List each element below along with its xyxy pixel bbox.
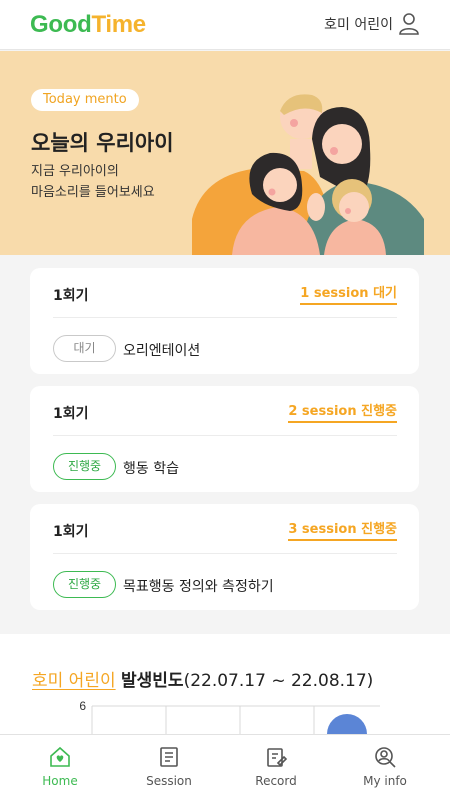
logo-time: Time <box>91 11 146 38</box>
session-card-3[interactable]: 1회기 3 session 진행중 진행중 목표행동 정의와 측정하기 <box>30 504 419 610</box>
notes-edit-icon <box>267 748 288 767</box>
status-badge: 진행중 <box>53 571 116 598</box>
session-task-title: 오리엔테이션 <box>123 343 201 359</box>
session-status-link[interactable]: 2 session 진행중 <box>288 400 397 423</box>
session-round-label: 1회기 <box>53 524 89 540</box>
nav-session-label: Session <box>146 774 192 788</box>
book-icon <box>160 747 178 767</box>
session-round-label: 1회기 <box>53 406 89 422</box>
nav-session[interactable]: Session <box>124 745 214 788</box>
nav-my-info-label: My info <box>363 774 407 788</box>
today-mento-badge: Today mento <box>31 89 139 111</box>
frequency-stats-section: 호미 어린이 발생빈도(22.07.17 ~ 22.08.17) 6 <box>0 634 450 734</box>
session-round-label: 1회기 <box>53 288 89 304</box>
frequency-chart: 6 <box>79 699 380 734</box>
profile-search-icon <box>375 747 396 768</box>
stats-date-range: (22.07.17 ~ 22.08.17) <box>183 671 374 691</box>
status-badge: 진행중 <box>53 453 116 480</box>
nav-my-info[interactable]: My info <box>340 745 430 788</box>
card-divider <box>53 553 397 554</box>
card-divider <box>53 435 397 436</box>
session-card-2[interactable]: 1회기 2 session 진행중 진행중 행동 학습 <box>30 386 419 492</box>
status-badge: 대기 <box>53 335 116 362</box>
chart-data-point <box>327 714 367 734</box>
nav-record-label: Record <box>255 774 297 788</box>
app-logo[interactable]: GoodTime <box>30 11 146 39</box>
session-card-1[interactable]: 1회기 1 session 대기 대기 오리엔테이션 <box>30 268 419 374</box>
user-profile-button[interactable]: 호미 어린이 <box>324 12 420 36</box>
stats-label: 발생빈도 <box>121 671 184 691</box>
session-status-link[interactable]: 3 session 진행중 <box>288 518 397 541</box>
stats-title: 호미 어린이 발생빈도(22.07.17 ~ 22.08.17) <box>32 666 373 691</box>
card-divider <box>53 317 397 318</box>
stats-child-name[interactable]: 호미 어린이 <box>32 671 116 691</box>
family-illustration <box>192 94 424 255</box>
nav-home-label: Home <box>42 774 78 788</box>
session-task-title: 행동 학습 <box>123 461 179 477</box>
session-status-link[interactable]: 1 session 대기 <box>300 282 397 305</box>
hero-subtitle: 지금 우리아이의 마음소리를 들어보세요 <box>31 161 155 203</box>
logo-good: Good <box>30 11 92 38</box>
hero-title: 오늘의 우리아이 <box>31 131 174 155</box>
user-name: 호미 어린이 <box>324 17 393 33</box>
nav-home[interactable]: Home <box>15 745 105 788</box>
session-task-title: 목표행동 정의와 측정하기 <box>123 579 274 595</box>
hero-subtitle-line2: 마음소리를 들어보세요 <box>31 185 155 200</box>
nav-record[interactable]: Record <box>231 745 321 788</box>
hero-subtitle-line1: 지금 우리아이의 <box>31 164 119 179</box>
chart-y-tick: 6 <box>79 699 86 713</box>
hero-banner: Today mento 오늘의 우리아이 지금 우리아이의 마음소리를 들어보세… <box>0 51 450 255</box>
bottom-navigation: Home Session Record My info <box>0 734 450 800</box>
home-icon <box>50 746 70 767</box>
user-icon <box>399 13 419 35</box>
app-header: GoodTime 호미 어린이 <box>0 0 450 50</box>
